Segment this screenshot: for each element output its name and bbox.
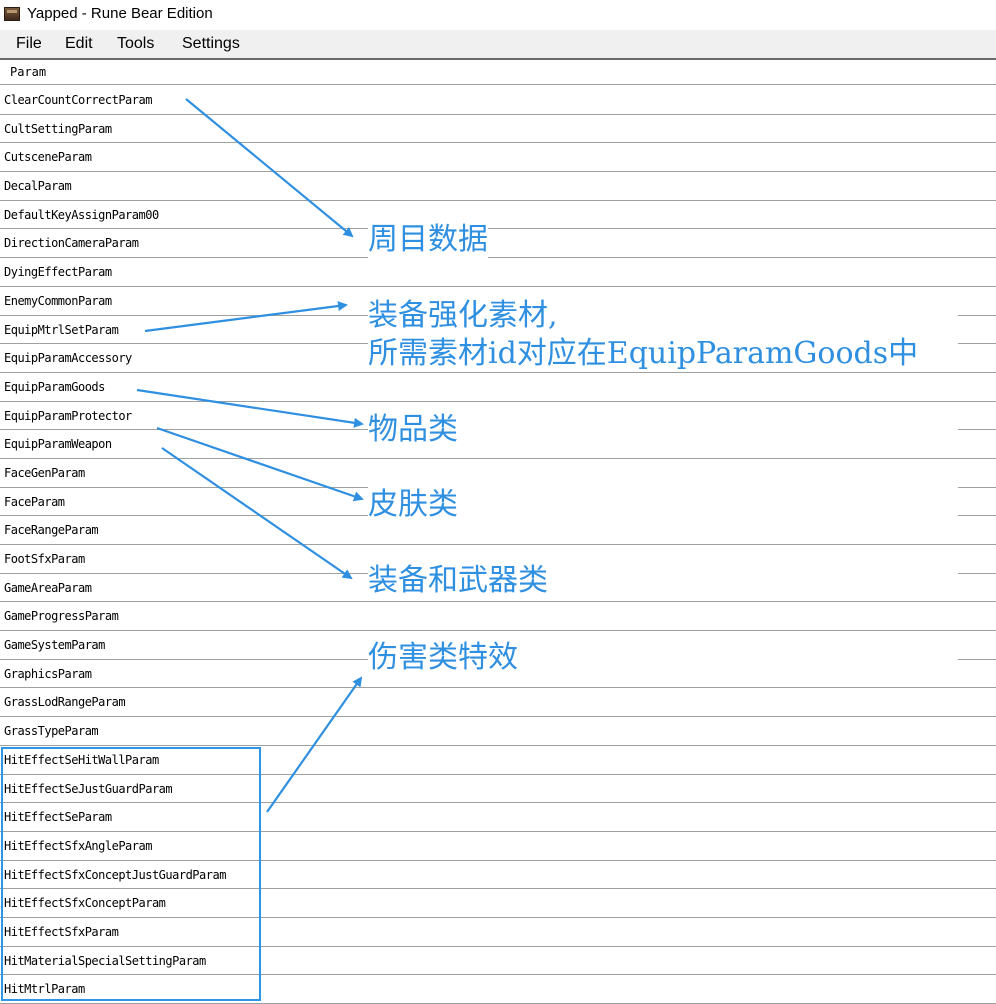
param-name-cell: GameProgressParam — [4, 609, 119, 624]
table-row[interactable]: CutsceneParam — [0, 143, 996, 173]
param-name-cell: FootSfxParam — [4, 552, 85, 566]
annotation-gear-weapons: 装备和武器类 — [368, 563, 958, 599]
annotation-upgrade-line1: 装备强化素材, — [368, 298, 958, 334]
param-name-cell: FaceRangeParam — [4, 523, 99, 538]
menu-bar: File Edit Tools Settings — [0, 30, 996, 60]
app-chest-icon — [4, 7, 20, 21]
table-row[interactable]: DecalParam — [0, 172, 996, 201]
column-header-label: Param — [10, 65, 47, 79]
annotation-upgrade-line2: 所需素材id对应在EquipParamGoods中 — [368, 336, 958, 372]
param-name-cell: GameAreaParam — [4, 580, 92, 595]
param-name-cell: EquipParamAccessory — [4, 351, 132, 366]
table-row[interactable]: GrassLodRangeParam — [0, 688, 996, 718]
table-row[interactable]: GrassTypeParam — [0, 717, 996, 746]
param-name-cell: FaceParam — [4, 494, 65, 509]
param-name-cell: EquipParamGoods — [4, 379, 105, 394]
table-row[interactable]: DirectionCameraParam — [0, 229, 996, 259]
param-name-cell: DecalParam — [4, 179, 72, 194]
window-title: Yapped - Rune Bear Edition — [27, 5, 213, 22]
param-name-cell: EquipParamProtector — [4, 408, 132, 423]
param-name-cell: CutsceneParam — [4, 150, 92, 165]
param-name-cell: EnemyCommonParam — [4, 293, 112, 308]
param-name-cell: GameSystemParam — [4, 638, 105, 653]
param-name-cell: GraphicsParam — [4, 666, 92, 681]
annotation-damage-effects: 伤害类特效 — [368, 640, 958, 676]
param-name-cell: DyingEffectParam — [4, 265, 112, 280]
param-name-cell: EquipParamWeapon — [4, 437, 112, 452]
annotation-cycle-data: 周目数据 — [368, 222, 488, 258]
table-row[interactable]: CultSettingParam — [0, 115, 996, 144]
param-name-cell: CultSettingParam — [4, 121, 112, 136]
param-name-cell: GrassTypeParam — [4, 724, 99, 739]
param-name-cell: DirectionCameraParam — [4, 236, 139, 251]
menu-edit[interactable]: Edit — [65, 35, 93, 53]
table-row[interactable]: DyingEffectParam — [0, 258, 996, 287]
table-row[interactable]: EquipParamGoods — [0, 373, 996, 402]
param-name-cell: EquipMtrlSetParam — [4, 322, 119, 337]
param-name-cell: ClearCountCorrectParam — [4, 93, 152, 107]
column-header-param[interactable]: Param — [0, 61, 996, 85]
menu-tools[interactable]: Tools — [117, 35, 154, 53]
param-name-cell: FaceGenParam — [4, 465, 85, 480]
menu-file[interactable]: File — [16, 35, 42, 53]
title-bar: Yapped - Rune Bear Edition — [0, 0, 996, 30]
table-row[interactable]: ClearCountCorrectParam — [0, 86, 996, 115]
table-row[interactable]: DefaultKeyAssignParam00 — [0, 201, 996, 230]
table-row[interactable]: FaceGenParam — [0, 459, 996, 488]
annotation-skins: 皮肤类 — [368, 487, 958, 523]
table-row[interactable]: GameProgressParam — [0, 602, 996, 632]
hiteffect-highlight-box — [1, 747, 261, 1001]
param-name-cell: GrassLodRangeParam — [4, 695, 126, 710]
param-name-cell: DefaultKeyAssignParam00 — [4, 207, 159, 222]
menu-settings[interactable]: Settings — [182, 35, 240, 53]
annotation-goods: 物品类 — [368, 412, 958, 448]
